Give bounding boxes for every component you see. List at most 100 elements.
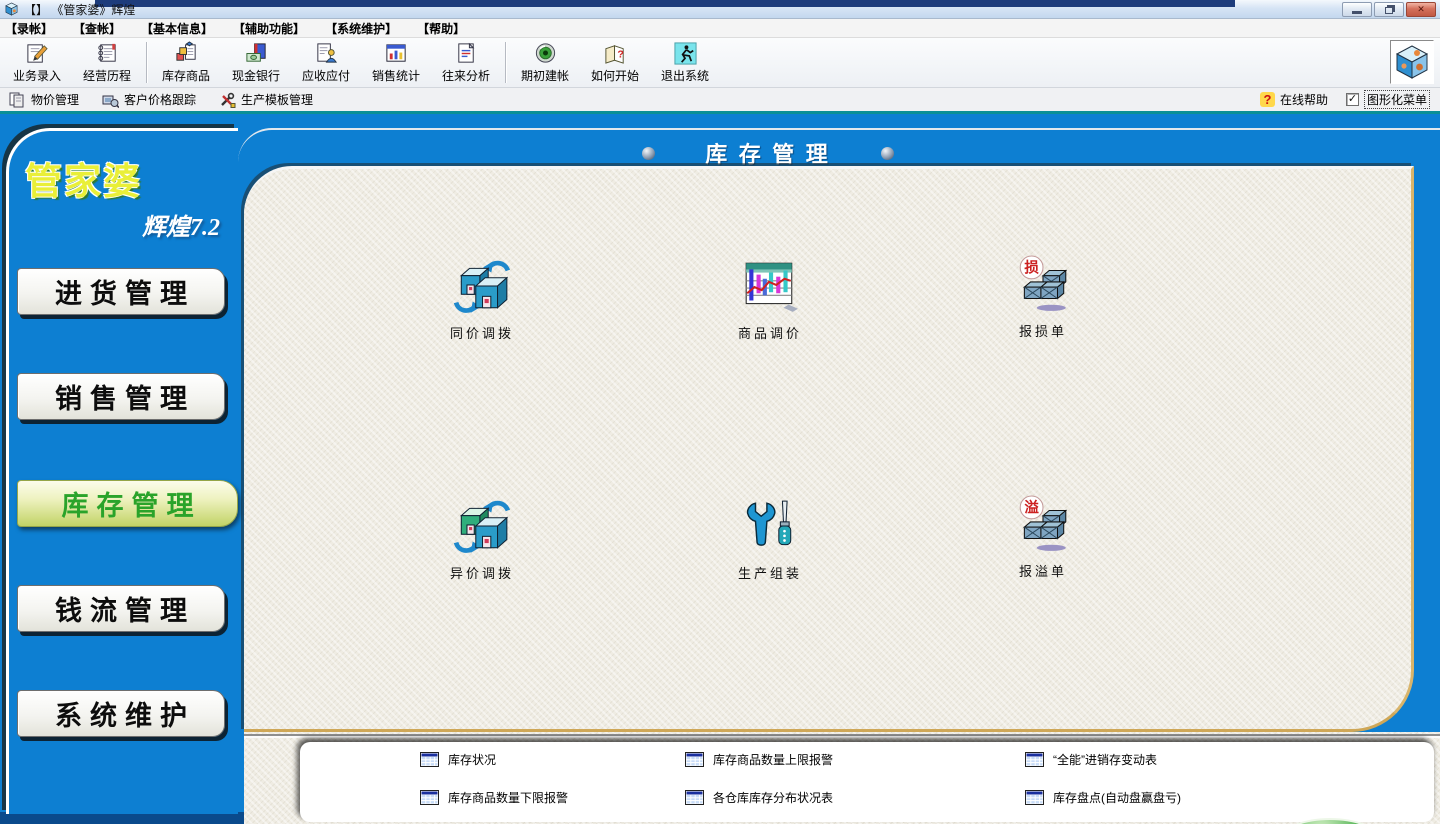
toolbar-label: 销售统计 [372,67,420,84]
restore-button[interactable] [1374,2,1404,17]
report-lower-limit-alert[interactable]: 库存商品数量下限报警 [420,789,568,806]
toolbar-label: 库存商品 [162,67,210,84]
module-label: 同价调拨 [407,323,557,342]
toolbar-how-to-start[interactable]: ? 如何开始 [580,38,650,87]
toolbar-label: 应收应付 [302,67,350,84]
toolbar-label: 如何开始 [591,67,639,84]
minimize-icon [1352,11,1362,14]
sales-stats-icon [384,41,409,66]
sidebar-item-inventory[interactable]: 库存管理 [17,480,238,527]
module-label: 生产组装 [695,563,845,582]
initial-setup-icon [533,41,558,66]
page-title: 库 存 管 理 [705,137,831,169]
brand-version: 辉煌7.2 [25,207,220,242]
sidebar-item-cashflow[interactable]: 钱流管理 [17,585,225,632]
toolbar: 业务录入 经营历程 库存商品 [0,38,1440,88]
report-warehouse-distribution[interactable]: 各仓库库存分布状况表 [685,789,833,806]
cash-bank-icon [244,41,269,66]
report-label: 库存商品数量上限报警 [713,751,833,768]
toolbar2-label: 客户价格跟踪 [124,91,196,108]
menubar: 【录帐】 【查帐】 【基本信息】 【辅助功能】 【系统维护】 【帮助】 [0,19,1440,38]
toolbar-receivable-payable[interactable]: 应收应付 [291,38,361,87]
diff-price-transfer-icon [453,497,511,555]
menu-record[interactable]: 【录帐】 [5,20,53,37]
titlebar: 【】 《管家婆》辉煌 ✕ [0,0,1440,19]
table-icon [685,790,704,805]
toolbar2-label: 生产模板管理 [241,91,313,108]
exit-system-icon [673,41,698,66]
brand-logo: 管家婆 辉煌7.2 [25,151,230,242]
toolbar-label: 现金银行 [232,67,280,84]
toolbar2-price-management[interactable]: 物价管理 [8,91,79,109]
menu-system-maintenance[interactable]: 【系统维护】 [325,20,397,37]
titlebar-accent-band [95,0,1235,7]
overflow-sheet-icon: 溢 [1014,495,1072,553]
toolbar2-customer-price-track[interactable]: 客户价格跟踪 [101,91,196,109]
report-omnipotent-change-table[interactable]: “全能”进销存变动表 [1025,751,1157,768]
module-diff-price-transfer[interactable]: 异价调拨 [407,497,557,582]
table-icon [1025,752,1044,767]
sidebar-item-sales[interactable]: 销售管理 [17,373,225,420]
toolbar-cash-bank[interactable]: 现金银行 [221,38,291,87]
toolbar-business-entry[interactable]: 业务录入 [2,38,72,87]
receivable-payable-icon [314,41,339,66]
report-inventory-status[interactable]: 库存状况 [420,751,496,768]
report-label: 库存状况 [448,751,496,768]
module-loss-sheet[interactable]: 损 报损单 [968,255,1118,340]
close-icon: ✕ [1417,4,1425,15]
business-entry-icon [25,41,50,66]
price-management-icon [8,91,26,109]
production-template-icon [218,91,236,109]
module-same-price-transfer[interactable]: 同价调拨 [407,257,557,342]
sidebar: 管家婆 辉煌7.2 进货管理 销售管理 库存管理 钱流管理 系统维护 [6,128,238,814]
module-overflow-sheet[interactable]: 溢 报溢单 [968,495,1118,580]
toolbar-separator [146,42,147,83]
production-assembly-icon [741,497,799,555]
main-area: 管家婆 辉煌7.2 进货管理 销售管理 库存管理 钱流管理 系统维护 库 存 管… [0,114,1440,824]
report-label: 库存商品数量下限报警 [448,789,568,806]
menu-aux-functions[interactable]: 【辅助功能】 [233,20,305,37]
toolbar-business-history[interactable]: 经营历程 [72,38,142,87]
minimize-button[interactable] [1342,2,1372,17]
loss-sheet-icon: 损 [1014,255,1072,313]
inventory-goods-icon [174,41,199,66]
toolbar2-production-template[interactable]: 生产模板管理 [218,91,313,109]
online-help-label: 在线帮助 [1280,91,1328,108]
restore-icon [1385,7,1393,14]
app-window: 【】 《管家婆》辉煌 ✕ 【录帐】 【查帐】 【基本信息】 【辅助功能】 【系统… [0,0,1440,824]
content-area: 同价调拨 [244,166,1414,732]
toolbar-initial-setup[interactable]: 期初建帐 [510,38,580,87]
sidebar-item-purchase[interactable]: 进货管理 [17,268,225,315]
menu-basic-info[interactable]: 【基本信息】 [141,20,213,37]
window-title: 【】 《管家婆》辉煌 [24,1,135,18]
how-to-start-icon: ? [603,41,628,66]
report-label: “全能”进销存变动表 [1053,751,1157,768]
online-help-button[interactable]: ? 在线帮助 [1260,91,1328,108]
toolbar-exit-system[interactable]: 退出系统 [650,38,720,87]
goods-price-adjust-icon [741,257,799,315]
brand-name: 管家婆 [25,151,230,205]
business-history-icon [95,41,120,66]
module-label: 报损单 [968,321,1118,340]
toolbar-transactions-analysis[interactable]: 往来分析 [431,38,501,87]
toolbar-label: 往来分析 [442,67,490,84]
sphere-icon [642,147,655,160]
graphical-menu-checkbox[interactable]: ✓ [1346,93,1359,106]
sidebar-item-system[interactable]: 系统维护 [17,690,225,737]
menu-help[interactable]: 【帮助】 [417,20,465,37]
close-button[interactable]: ✕ [1406,2,1436,17]
module-goods-price-adjust[interactable]: 商品调价 [695,257,845,342]
toolbar-inventory-goods[interactable]: 库存商品 [151,38,221,87]
content-header: 库 存 管 理 [238,128,1440,166]
menu-query[interactable]: 【查帐】 [73,20,121,37]
module-production-assembly[interactable]: 生产组装 [695,497,845,582]
transactions-analysis-icon [454,41,479,66]
module-label: 异价调拨 [407,563,557,582]
graphical-menu-toggle[interactable]: ✓ 图形化菜单 [1346,90,1430,109]
table-icon [685,752,704,767]
report-stocktaking[interactable]: 库存盘点(自动盘赢盘亏) [1025,789,1181,806]
toolbar-secondary: 物价管理 客户价格跟踪 生产模板管理 ? 在线帮助 [0,88,1440,114]
toolbar-sales-stats[interactable]: 销售统计 [361,38,431,87]
report-upper-limit-alert[interactable]: 库存商品数量上限报警 [685,751,833,768]
table-icon [420,752,439,767]
